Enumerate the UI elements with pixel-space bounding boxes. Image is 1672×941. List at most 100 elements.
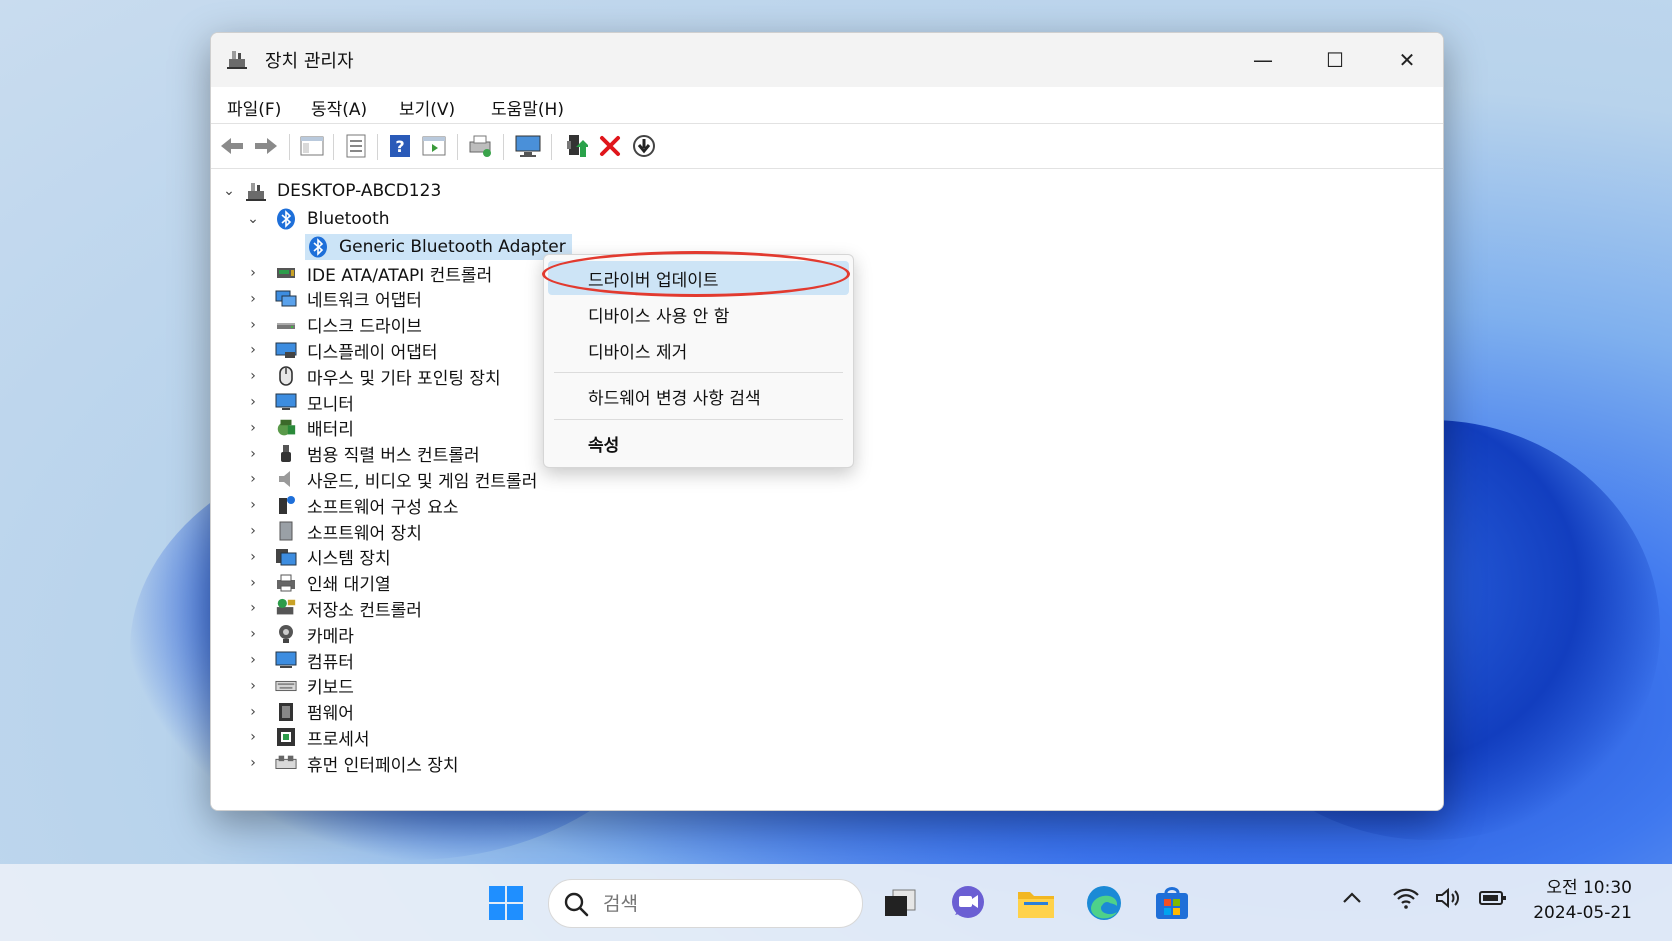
- category-expand-chevron[interactable]: ›: [245, 389, 261, 415]
- category-expand-chevron[interactable]: ›: [245, 466, 261, 492]
- category-label: 프로세서: [307, 729, 370, 750]
- category-expand-chevron[interactable]: ›: [245, 673, 261, 699]
- update-driver-button[interactable]: [561, 132, 591, 160]
- tree-category[interactable]: 카메라: [275, 621, 354, 647]
- tree-category[interactable]: 프로세서: [275, 724, 370, 750]
- category-expand-chevron[interactable]: ›: [245, 441, 261, 467]
- category-expand-chevron[interactable]: ›: [245, 570, 261, 596]
- category-expand-chevron[interactable]: ›: [245, 750, 261, 776]
- uninstall-button[interactable]: [595, 132, 625, 160]
- category-expand-chevron[interactable]: ›: [245, 286, 261, 312]
- battery-button[interactable]: [1478, 886, 1508, 915]
- back-button[interactable]: [217, 132, 247, 160]
- tree-category-bluetooth[interactable]: Bluetooth: [275, 206, 390, 232]
- keyboard-icon: [275, 675, 297, 697]
- maximize-button[interactable]: ☐: [1299, 33, 1371, 87]
- category-expand-chevron[interactable]: ›: [245, 724, 261, 750]
- category-expand-chevron[interactable]: ›: [245, 312, 261, 338]
- category-expand-chevron[interactable]: ›: [245, 363, 261, 389]
- tree-category[interactable]: 모니터: [275, 389, 354, 415]
- network-button[interactable]: [1392, 886, 1420, 915]
- menu-properties[interactable]: 속성: [548, 426, 849, 460]
- category-label: 펌웨어: [307, 704, 354, 725]
- tree-category[interactable]: 소프트웨어 구성 요소: [275, 492, 459, 518]
- menu-file[interactable]: 파일(F): [227, 95, 281, 120]
- category-expand-chevron[interactable]: ›: [245, 337, 261, 363]
- category-expand-chevron[interactable]: ›: [245, 595, 261, 621]
- tree-category[interactable]: 배터리: [275, 415, 354, 441]
- menu-uninstall-device[interactable]: 디바이스 제거: [548, 333, 849, 367]
- help-button[interactable]: ?: [385, 132, 415, 160]
- show-hidden-icons-button[interactable]: [1340, 886, 1364, 915]
- tree-category[interactable]: 소프트웨어 장치: [275, 518, 422, 544]
- tree-category[interactable]: 네트워크 어댑터: [275, 286, 422, 312]
- tree-category[interactable]: 저장소 컨트롤러: [275, 595, 422, 621]
- microsoft-store-button[interactable]: [1150, 881, 1194, 925]
- teams-chat-button[interactable]: [946, 881, 990, 925]
- disable-button[interactable]: [629, 132, 659, 160]
- menu-update-driver[interactable]: 드라이버 업데이트: [548, 261, 849, 295]
- toolbar: ?: [211, 124, 1443, 169]
- tree-category[interactable]: 시스템 장치: [275, 544, 391, 570]
- tree-category[interactable]: 인쇄 대기열: [275, 570, 391, 596]
- taskbar-search[interactable]: [548, 879, 863, 928]
- category-expand-chevron[interactable]: ›: [245, 492, 261, 518]
- tree-category[interactable]: 디스플레이 어댑터: [275, 337, 438, 363]
- category-expand-chevron[interactable]: ›: [245, 260, 261, 286]
- tree-category[interactable]: 키보드: [275, 673, 354, 699]
- chevron-down-icon: ⌄: [247, 211, 259, 227]
- task-view-button[interactable]: [878, 881, 922, 925]
- back-arrow-icon: [221, 138, 243, 154]
- chevron-right-icon: ›: [250, 652, 256, 668]
- action-pane-button[interactable]: [419, 132, 449, 160]
- category-expand-chevron[interactable]: ›: [245, 699, 261, 725]
- menu-disable-device[interactable]: 디바이스 사용 안 함: [548, 297, 849, 331]
- toolbar-separator: [333, 134, 334, 160]
- category-label: 소프트웨어 장치: [307, 523, 422, 544]
- category-expand-chevron[interactable]: ›: [245, 621, 261, 647]
- edge-browser-button[interactable]: [1082, 881, 1126, 925]
- category-expand-chevron[interactable]: ›: [245, 544, 261, 570]
- category-expand-chevron[interactable]: ›: [245, 415, 261, 441]
- category-expand-chevron[interactable]: ›: [245, 518, 261, 544]
- volume-button[interactable]: [1434, 886, 1462, 915]
- processor-icon: [275, 726, 297, 748]
- file-explorer-button[interactable]: [1014, 881, 1058, 925]
- title-bar[interactable]: 장치 관리자 — ☐ ✕: [211, 33, 1443, 87]
- tree-device-generic-bluetooth-adapter[interactable]: Generic Bluetooth Adapter: [305, 234, 572, 260]
- console-tree-button[interactable]: [297, 132, 327, 160]
- root-expand-chevron[interactable]: ⌄: [221, 178, 237, 204]
- taskbar-clock[interactable]: 오전 10:30 2024-05-21: [1533, 876, 1632, 926]
- menu-update-driver-label: 드라이버 업데이트: [588, 270, 719, 291]
- computer-root-icon: [245, 180, 267, 202]
- tree-category[interactable]: 사운드, 비디오 및 게임 컨트롤러: [275, 466, 537, 492]
- mouse-icon: [275, 365, 297, 387]
- search-input[interactable]: [601, 890, 835, 918]
- tree-category[interactable]: 마우스 및 기타 포인팅 장치: [275, 363, 501, 389]
- tree-category[interactable]: 범용 직렬 버스 컨트롤러: [275, 441, 480, 467]
- category-expand-chevron[interactable]: ›: [245, 647, 261, 673]
- menu-disable-device-label: 디바이스 사용 안 함: [588, 306, 730, 327]
- menu-view[interactable]: 보기(V): [399, 95, 455, 120]
- chevron-right-icon: ›: [250, 600, 256, 617]
- tree-root[interactable]: DESKTOP-ABCD123: [245, 178, 441, 204]
- tree-category[interactable]: 컴퓨터: [275, 647, 354, 673]
- scan-button[interactable]: [513, 132, 543, 160]
- forward-button[interactable]: [251, 132, 281, 160]
- tree-category[interactable]: 디스크 드라이브: [275, 312, 422, 338]
- start-button[interactable]: [484, 881, 528, 925]
- chevron-right-icon: ›: [250, 316, 256, 333]
- bluetooth-expand-chevron[interactable]: ⌄: [245, 206, 261, 232]
- menu-action[interactable]: 동작(A): [311, 95, 367, 120]
- tree-category[interactable]: 휴먼 인터페이스 장치: [275, 750, 459, 776]
- tree-category[interactable]: 펌웨어: [275, 699, 354, 725]
- properties-button[interactable]: [341, 132, 371, 160]
- close-button[interactable]: ✕: [1371, 33, 1443, 87]
- chevron-right-icon: ›: [250, 471, 256, 488]
- chevron-right-icon: ›: [250, 729, 256, 746]
- minimize-button[interactable]: —: [1227, 33, 1299, 87]
- print-button[interactable]: [465, 132, 495, 160]
- menu-scan-hardware[interactable]: 하드웨어 변경 사항 검색: [548, 379, 849, 413]
- menu-help[interactable]: 도움말(H): [491, 95, 564, 120]
- tree-category[interactable]: IDE ATA/ATAPI 컨트롤러: [275, 260, 492, 286]
